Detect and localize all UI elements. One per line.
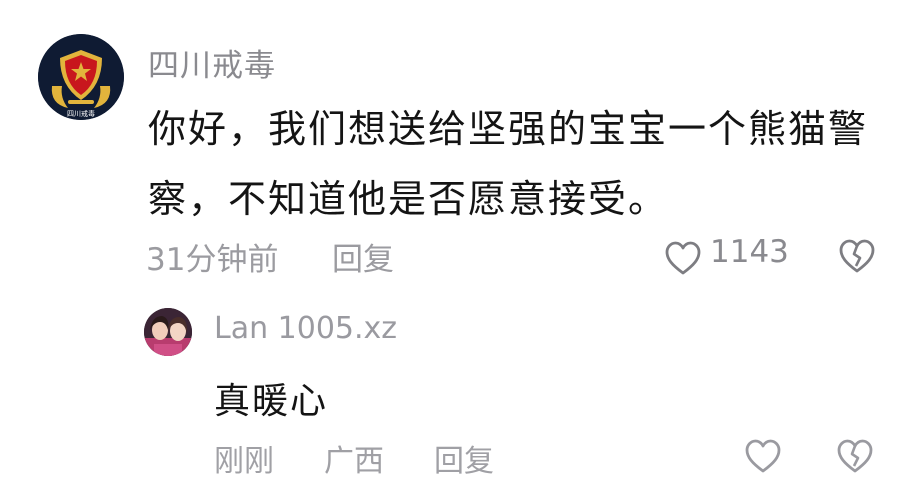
like-count: 1143: [710, 234, 789, 270]
comment-text: 你好，我们想送给坚强的宝宝一个熊猫警察，不知道他是否愿意接受。: [148, 107, 869, 221]
reply-reply-button[interactable]: 回复: [434, 436, 494, 480]
like-button[interactable]: 1143: [664, 234, 792, 280]
reply-location: 广西: [324, 444, 384, 479]
avatar-seal-text: 四川戒毒: [67, 109, 95, 118]
police-emblem-avatar[interactable]: 四川戒毒: [38, 34, 124, 120]
reply-button[interactable]: 回复: [332, 234, 394, 279]
dislike-button[interactable]: [838, 238, 878, 278]
broken-heart-icon: [837, 439, 873, 473]
heart-icon: [665, 241, 701, 275]
reply-text: 真暖心: [214, 381, 329, 422]
comment-author[interactable]: 四川戒毒: [148, 40, 276, 85]
reply-dislike-button[interactable]: [836, 438, 876, 478]
user-photo-avatar: [144, 308, 192, 356]
reply-time: 刚刚: [214, 444, 274, 479]
reply-avatar[interactable]: [144, 308, 192, 356]
broken-heart-icon: [839, 239, 875, 273]
reply-like-button[interactable]: [744, 438, 784, 478]
reply-author[interactable]: Lan 1005.xz: [214, 311, 397, 346]
comment-time: 31分钟前: [146, 242, 279, 278]
comment-thread: 四川戒毒 四川戒毒 你好，我们想送给坚强的宝宝一个熊猫警察，不知道他是否愿意接受…: [0, 0, 922, 479]
heart-icon: [745, 439, 781, 473]
police-emblem-icon: 四川戒毒: [38, 34, 124, 120]
